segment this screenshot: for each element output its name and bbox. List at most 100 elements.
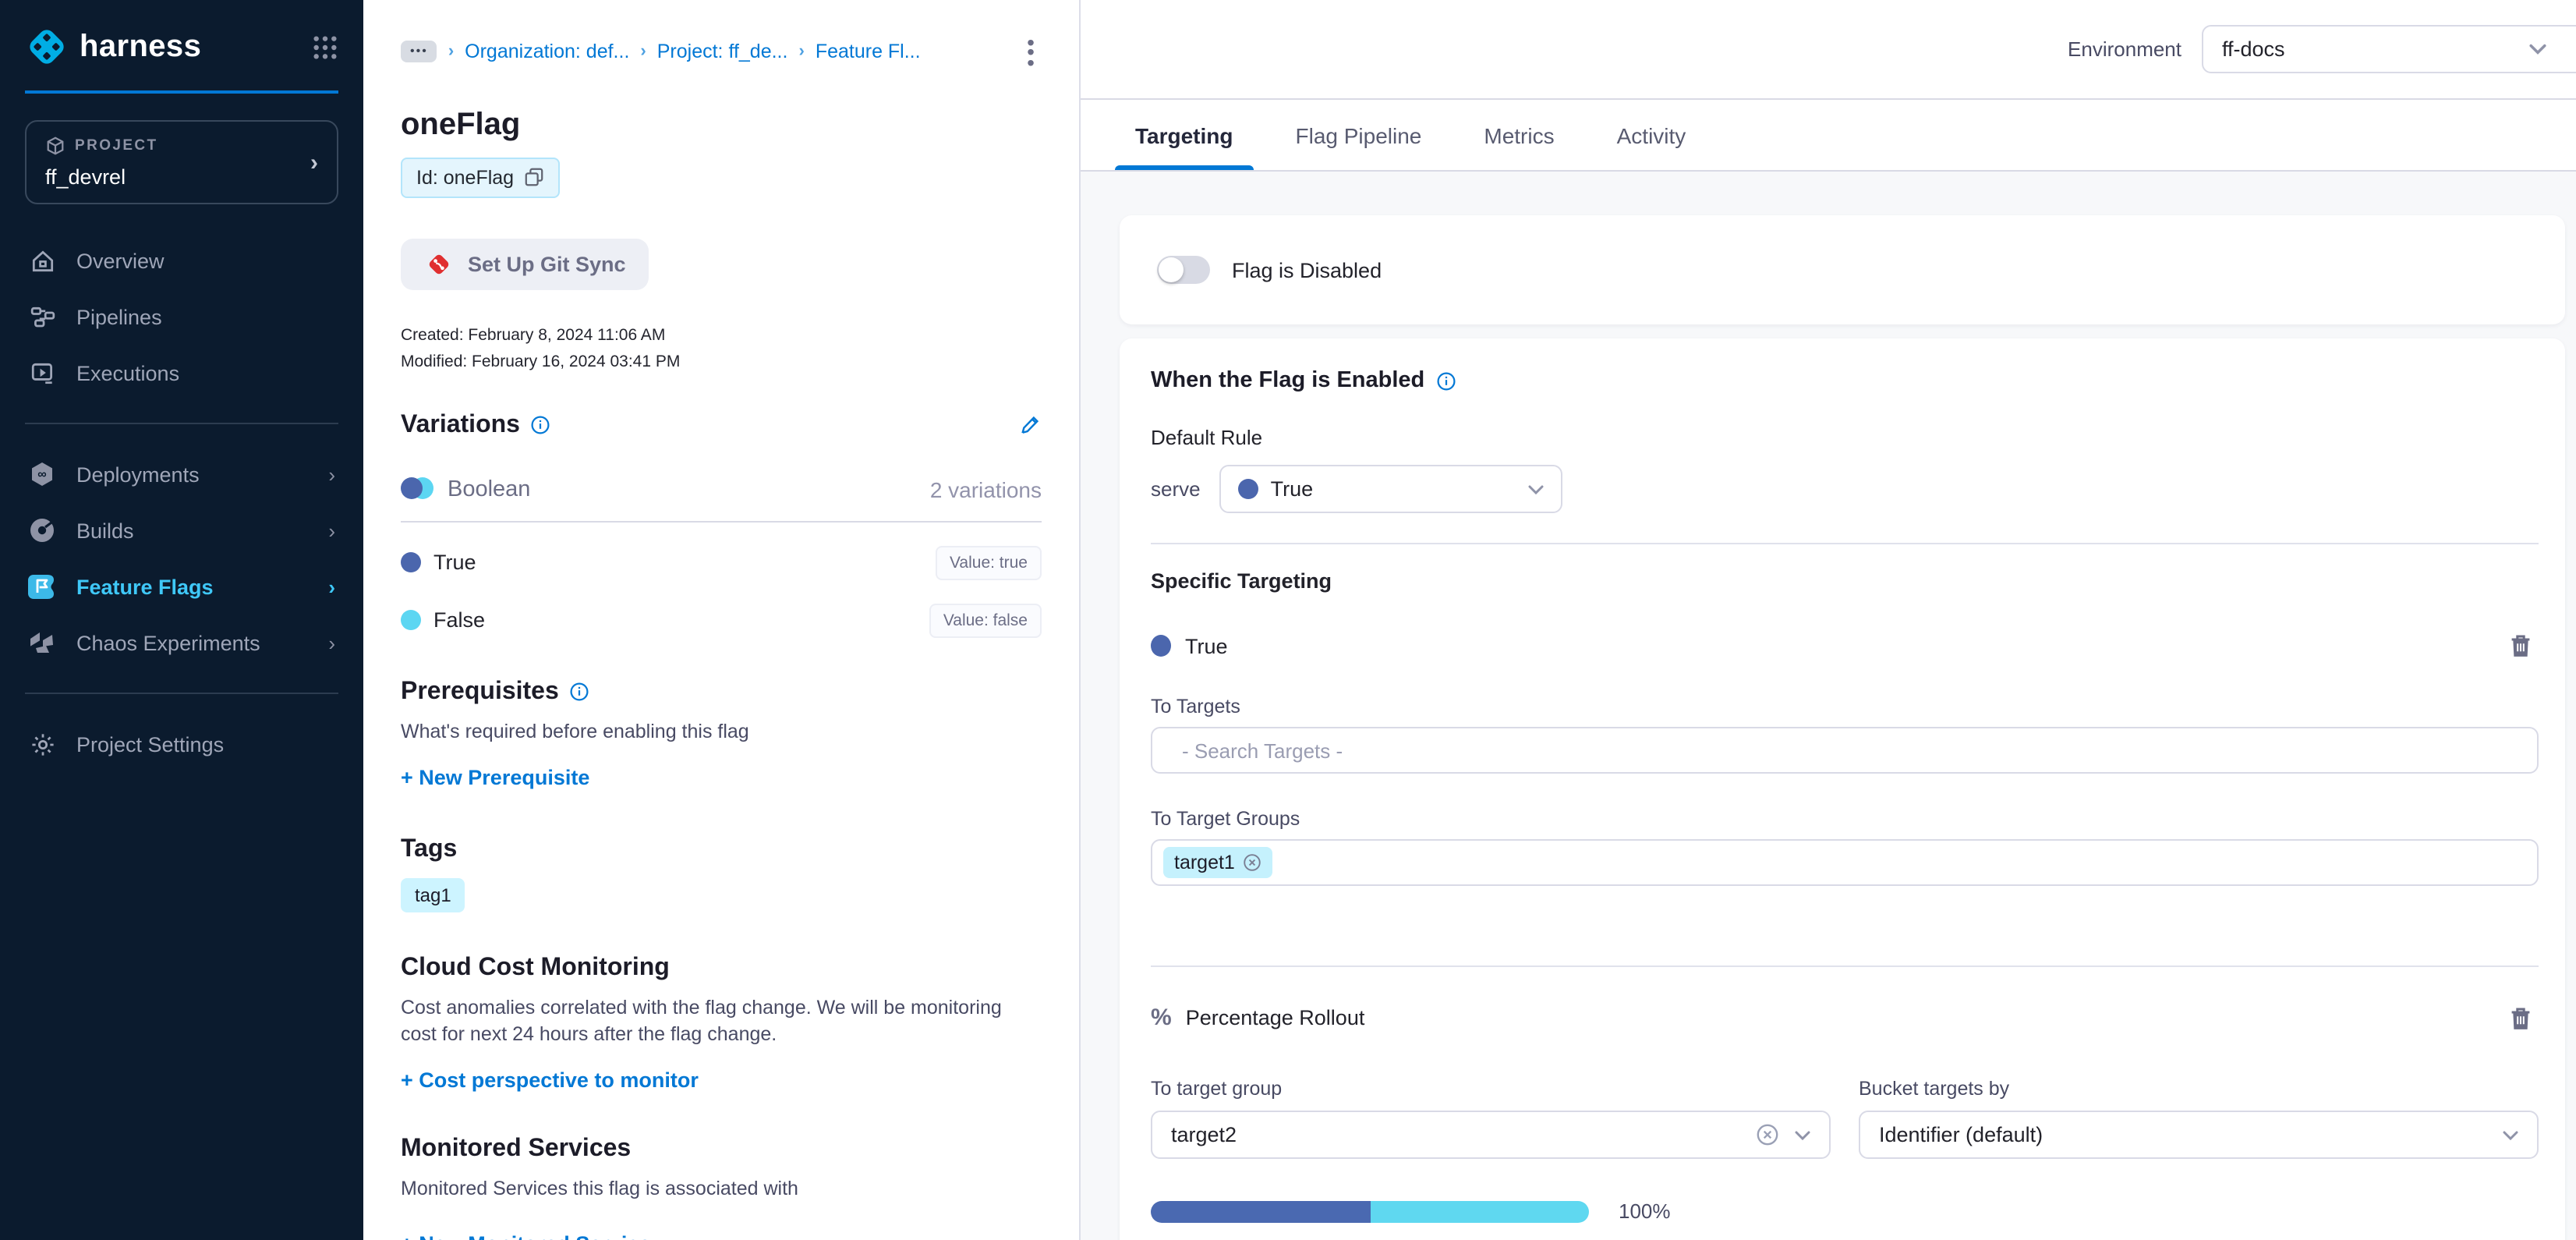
sidebar-item-label: Chaos Experiments	[76, 631, 260, 654]
rollout-total: 100%	[1619, 1199, 1671, 1223]
executions-icon	[28, 359, 56, 387]
specific-variation-row: True	[1151, 633, 2539, 658]
variation-count: 2 variations	[930, 477, 1042, 502]
rollout-progress-bar	[1151, 1200, 1589, 1222]
default-rule-select[interactable]: True	[1219, 465, 1562, 513]
search-targets-input[interactable]	[1151, 727, 2539, 774]
sidebar-accent-rule	[25, 90, 338, 94]
builds-icon	[28, 516, 56, 544]
target-groups-input[interactable]: target1	[1151, 839, 2539, 886]
sidebar-item-deployments[interactable]: ∞ Deployments ›	[0, 446, 363, 502]
sidebar-item-feature-flags[interactable]: Feature Flags ›	[0, 558, 363, 615]
sidebar-divider	[25, 693, 338, 694]
sidebar-item-pipelines[interactable]: Pipelines	[0, 289, 363, 345]
variation-value-badge: Value: false	[929, 604, 1042, 638]
new-monitored-service-button[interactable]: + New Monitored Service	[401, 1232, 650, 1240]
serve-label: serve	[1151, 477, 1201, 501]
rollout-group-select[interactable]: target2	[1151, 1111, 1831, 1159]
deployments-icon: ∞	[28, 460, 56, 488]
rollout-group-value: target2	[1171, 1123, 1740, 1146]
variation-value-badge: Value: true	[936, 546, 1042, 580]
divider	[401, 521, 1042, 523]
percentage-rollout-row: % Percentage Rollout	[1151, 1004, 2539, 1031]
target-group-chip-label: target1	[1174, 852, 1235, 873]
percent-icon: %	[1151, 1004, 1172, 1031]
rollout-bar-false-segment	[1370, 1200, 1589, 1222]
variation-false-dot	[401, 611, 421, 631]
chaos-experiments-icon	[28, 629, 56, 657]
chevron-right-icon: ›	[328, 519, 335, 542]
sidebar: harness PROJECT	[0, 0, 363, 1240]
default-rule-value: True	[1271, 477, 1314, 501]
gear-icon	[28, 730, 56, 758]
remove-chip-icon[interactable]	[1243, 853, 1261, 872]
app-root: harness PROJECT	[0, 0, 2576, 1240]
project-selector[interactable]: PROJECT ff_devrel ›	[25, 120, 338, 204]
bucket-by-select[interactable]: Identifier (default)	[1859, 1111, 2539, 1159]
chevron-right-icon: ›	[640, 43, 646, 62]
sidebar-item-label: Executions	[76, 361, 179, 384]
chevron-down-icon	[2529, 44, 2546, 55]
sidebar-item-label: Deployments	[76, 462, 200, 486]
clear-icon[interactable]	[1756, 1123, 1779, 1146]
breadcrumb-organization[interactable]: Organization: def...	[465, 41, 629, 63]
specific-targeting-heading: Specific Targeting	[1151, 569, 2539, 593]
flag-id-badge[interactable]: Id: oneFlag	[401, 158, 559, 198]
pipelines-icon	[28, 303, 56, 331]
monitored-services-description: Monitored Services this flag is associat…	[401, 1176, 1042, 1203]
variation-true-dot	[1151, 635, 1171, 657]
sidebar-item-builds[interactable]: Builds ›	[0, 502, 363, 558]
cloud-cost-description: Cost anomalies correlated with the flag …	[401, 995, 1024, 1048]
project-name: ff_devrel	[45, 165, 310, 189]
tab-metrics[interactable]: Metrics	[1484, 100, 1554, 170]
to-targets-label: To Targets	[1151, 696, 2539, 717]
sidebar-item-project-settings[interactable]: Project Settings	[0, 716, 363, 772]
cost-perspective-button[interactable]: + Cost perspective to monitor	[401, 1068, 699, 1092]
sidebar-item-chaos-experiments[interactable]: Chaos Experiments ›	[0, 615, 363, 671]
brand-name: harness	[80, 29, 201, 65]
trash-icon[interactable]	[2509, 1005, 2532, 1030]
sidebar-item-executions[interactable]: Executions	[0, 345, 363, 401]
prerequisites-heading: Prerequisites	[401, 678, 559, 707]
created-date: Created: February 8, 2024 11:06 AM	[401, 326, 1042, 345]
target-group-chip[interactable]: target1	[1163, 847, 1272, 878]
setup-git-sync-button[interactable]: Set Up Git Sync	[401, 239, 649, 290]
tab-targeting[interactable]: Targeting	[1135, 100, 1233, 170]
variation-row-false: False Value: false	[401, 604, 1042, 638]
default-rule-label: Default Rule	[1151, 426, 2539, 449]
breadcrumb-project[interactable]: Project: ff_de...	[657, 41, 788, 63]
flag-enabled-toggle[interactable]	[1157, 256, 1210, 284]
flag-id-text: Id: oneFlag	[416, 167, 514, 189]
git-icon	[424, 250, 454, 279]
tab-flag-pipeline[interactable]: Flag Pipeline	[1296, 100, 1422, 170]
info-icon[interactable]	[531, 416, 551, 436]
bucket-by-value: Identifier (default)	[1879, 1123, 2487, 1146]
sidebar-item-overview[interactable]: Overview	[0, 232, 363, 289]
flag-title: oneFlag	[401, 108, 1042, 143]
environment-select[interactable]: ff-docs	[2202, 25, 2576, 73]
modified-date: Modified: February 16, 2024 03:41 PM	[401, 353, 1042, 371]
tag-chip[interactable]: tag1	[401, 878, 465, 912]
trash-icon[interactable]	[2509, 633, 2532, 658]
prerequisites-description: What's required before enabling this fla…	[401, 719, 1042, 746]
sidebar-item-label: Overview	[76, 249, 165, 272]
copy-icon[interactable]	[523, 168, 543, 188]
tab-activity[interactable]: Activity	[1617, 100, 1686, 170]
variation-type-row: Boolean 2 variations	[401, 477, 1042, 502]
breadcrumb-feature-flags[interactable]: Feature Fl...	[816, 41, 921, 63]
edit-variations-icon[interactable]	[1018, 414, 1042, 438]
home-icon	[28, 246, 56, 275]
to-target-groups-label: To Target Groups	[1151, 808, 2539, 830]
breadcrumb-ellipsis[interactable]: •••	[401, 41, 437, 63]
sidebar-nav: Overview Pipelines Executions	[0, 232, 363, 772]
app-grid-icon[interactable]	[312, 34, 338, 60]
new-prerequisite-button[interactable]: + New Prerequisite	[401, 766, 589, 789]
targeting-rules-card: When the Flag is Enabled Default Rule se…	[1120, 338, 2565, 1240]
harness-logo-icon	[25, 25, 69, 69]
divider	[1151, 543, 2539, 544]
info-icon[interactable]	[1435, 370, 1456, 391]
info-icon[interactable]	[570, 682, 590, 703]
targeting-content: Flag is Disabled When the Flag is Enable…	[1081, 172, 2576, 1240]
kebab-menu-icon[interactable]: •••	[1020, 37, 1042, 67]
cloud-cost-heading: Cloud Cost Monitoring	[401, 955, 670, 983]
